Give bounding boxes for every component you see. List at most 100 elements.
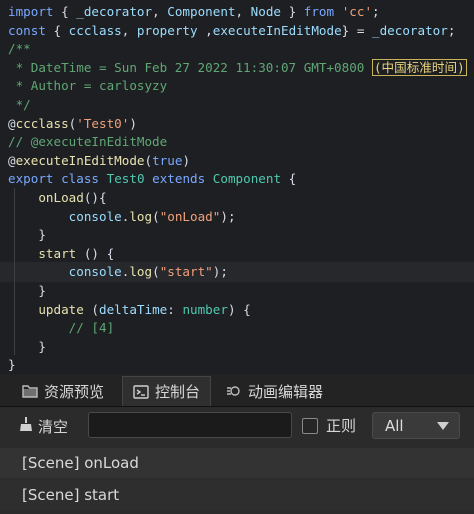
code-token: } [8,357,16,373]
code-token: _decorator [76,4,153,19]
code-token: ( [152,264,160,280]
code-line: update (deltaTime: number) { [8,300,251,320]
tab-asset-preview[interactable]: 资源预览 [12,376,114,406]
code-token: */ [8,97,31,112]
regex-checkbox[interactable] [302,417,318,434]
code-token: "start" [159,264,213,280]
log-text: [Scene] onLoad [22,454,139,472]
panel-tab-bar: 资源预览 控制台 动画编辑器 [0,374,474,407]
code-line: @ccclass('Test0') [8,114,137,134]
code-token: () { [76,245,115,261]
code-line: console.log("start"); [8,262,228,282]
code-token: Node [250,4,282,19]
log-level-select[interactable]: All [372,412,460,439]
code-token: log [129,208,153,224]
code-token: { [53,4,77,19]
code-token: ; [447,22,456,38]
code-token: ) [182,152,191,168]
code-line: } [8,355,16,374]
code-token: _decorator [372,22,448,38]
code-token: console [68,208,122,224]
code-token: ) [129,115,137,131]
code-line: onLoad(){ [8,188,107,208]
code-token: 'Test0' [76,115,130,131]
code-line: console.log("onLoad"); [8,207,236,227]
clear-label: 清空 [38,417,69,436]
code-token: } [8,227,46,243]
code-token: property [136,22,198,38]
code-line: } [8,225,46,245]
code-token: extends [152,171,206,187]
code-token: update [38,301,84,317]
code-token: log [129,264,153,280]
log-text: [Scene] start [22,486,120,504]
code-line: // @executeInEditMode [8,132,167,152]
code-line: } [8,281,46,301]
code-token: ( [152,208,160,224]
code-token: Test0 [106,171,145,187]
log-entry[interactable]: [Scene] onLoad [0,448,474,478]
terminal-icon [133,384,149,400]
code-token: (中国标准时间) [371,58,467,76]
code-token: onLoad [38,190,84,205]
code-token: // @executeInEditMode [8,134,168,150]
regex-toggle[interactable]: 正则 [302,415,356,436]
code-editor[interactable]: import { _decorator, Component, Node } f… [0,0,474,374]
code-token: * DateTime = Sun Feb 27 2022 11:30:07 GM… [8,59,372,75]
code-line: const { ccclass, property ,executeInEdit… [8,21,455,41]
code-token: Component [212,171,282,187]
code-token: 'cc' [341,4,373,19]
tab-label: 控制台 [155,383,201,401]
tab-console[interactable]: 控制台 [122,376,212,406]
code-token: ); [220,208,236,224]
code-token: } [8,338,46,354]
code-token: ( [144,152,153,168]
code-token: @ [8,152,16,168]
code-token: (){ [83,190,107,205]
code-token: } [281,4,304,19]
log-filter-input[interactable] [88,412,292,438]
code-token: start [38,245,77,261]
log-entry[interactable]: [Scene] start [0,480,474,510]
code-token: { [45,22,69,38]
console-toolbar: 清空 正则 All [0,407,474,445]
code-token: @ [8,115,16,131]
code-token: from [303,4,335,19]
code-token: const [8,22,46,38]
code-token: executeInEditMode [15,152,145,168]
code-token: // [4] [68,320,115,336]
code-token: ccclass [68,22,122,38]
code-token: executeInEditMode [212,22,342,38]
broom-icon [18,416,34,436]
tab-animation-editor[interactable]: 动画编辑器 [216,376,333,406]
code-token: number [182,301,228,317]
code-token: * Author = carlosyzy [8,78,168,94]
code-token: ); [212,264,228,280]
code-token: import [8,4,54,19]
code-token: } = [341,22,373,38]
code-line: export class Test0 extends Component { [8,169,296,189]
tab-label: 动画编辑器 [248,382,324,401]
code-token: ccclass [15,115,69,131]
code-line: @executeInEditMode(true) [8,151,190,171]
code-token: : [167,301,183,317]
code-token: } [8,283,46,298]
log-level-value: All [385,416,404,435]
code-token: class [61,171,100,187]
screen: import { _decorator, Component, Node } f… [0,0,474,514]
code-token: export [8,171,54,187]
code-line: /** [8,39,31,59]
code-line: start () { [8,244,114,264]
clear-button[interactable]: 清空 [18,414,68,438]
code-token: ) { [227,301,251,317]
code-token: ( [83,301,100,317]
code-token: , [235,4,251,19]
code-line: import { _decorator, Component, Node } f… [8,2,380,22]
